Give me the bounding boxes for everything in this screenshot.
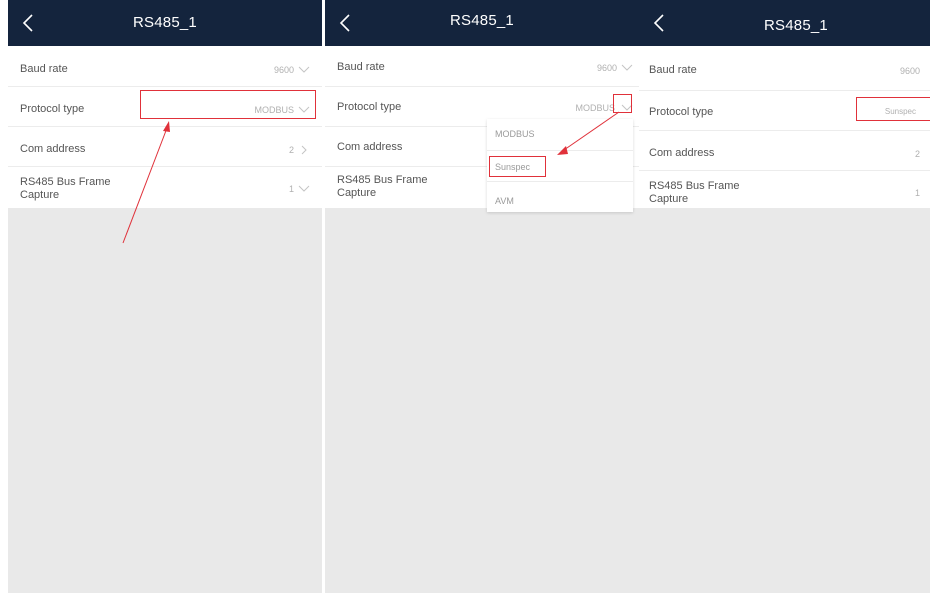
frame-capture-row[interactable]: RS485 Bus Frame Capture 1 <box>639 170 930 210</box>
settings-list: Baud rate 9600 Protocol type Sunspec Com… <box>639 46 930 208</box>
baud-rate-row[interactable]: Baud rate 9600 <box>639 46 930 91</box>
protocol-type-label: Protocol type <box>649 106 714 118</box>
screen-3: RS485_1 Baud rate 9600 Protocol type Sun… <box>639 0 930 593</box>
screen-2: RS485_1 Baud rate 9600 Protocol type MOD… <box>325 0 639 593</box>
annotation-arrow <box>122 121 170 244</box>
page-title: RS485_1 <box>764 17 828 34</box>
baud-rate-label: Baud rate <box>649 64 697 76</box>
com-address-row[interactable]: Com address 2 <box>639 130 930 171</box>
highlight-box <box>856 97 930 121</box>
frame-capture-value: 1 <box>914 188 920 198</box>
header-bar: RS485_1 <box>639 0 930 46</box>
screen-1: RS485_1 Baud rate 9600 Protocol type MOD… <box>8 0 322 593</box>
annotation-arrow <box>557 111 620 155</box>
frame-capture-label: RS485 Bus Frame Capture <box>649 180 740 205</box>
com-address-label: Com address <box>649 147 715 159</box>
baud-rate-value: 9600 <box>899 66 920 76</box>
com-address-value: 2 <box>914 149 920 159</box>
